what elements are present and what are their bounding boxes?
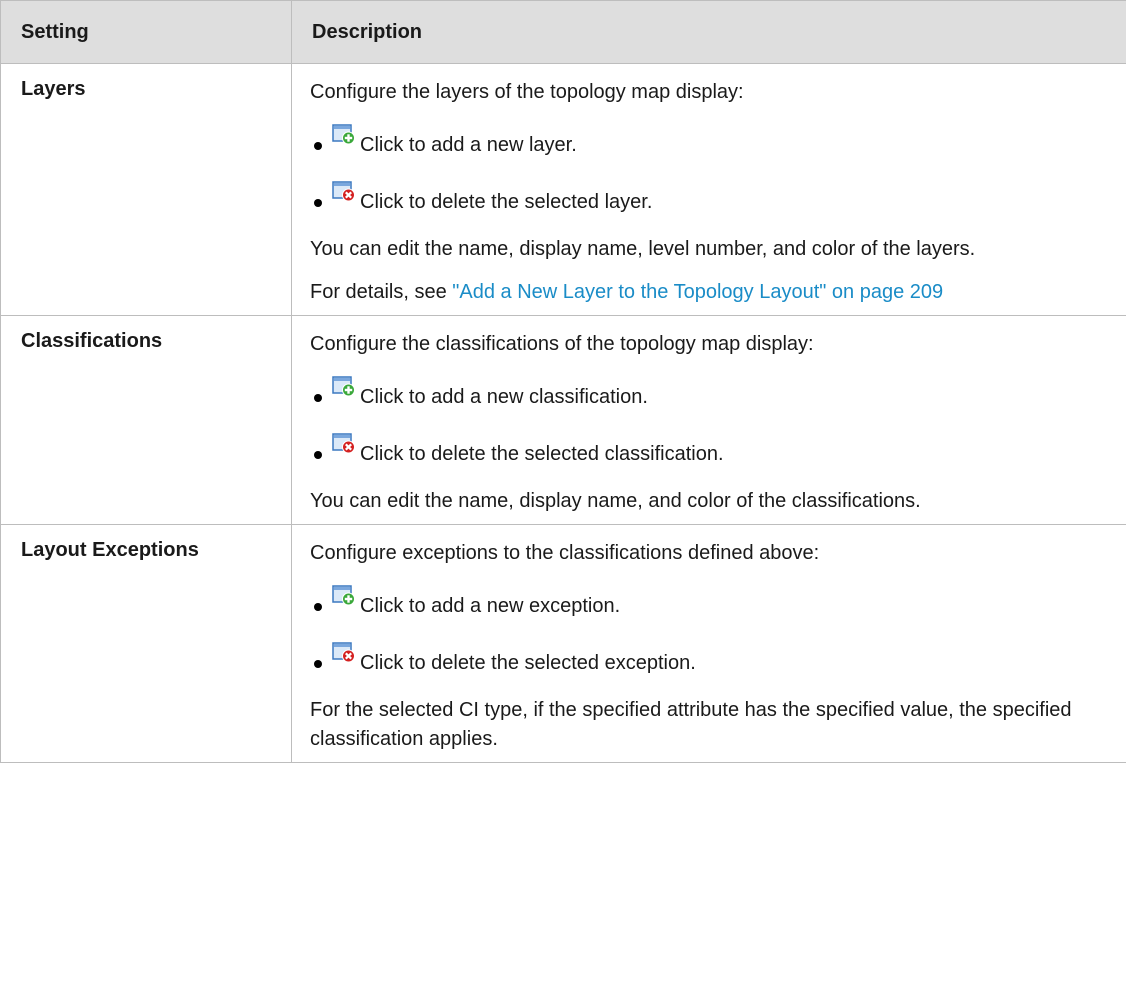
- table-header-row: Setting Description: [0, 0, 1126, 64]
- action-list: Click to add a new layer. Click to delet…: [310, 121, 1115, 218]
- list-item: Click to delete the selected layer.: [310, 178, 1115, 218]
- description-note: You can edit the name, display name, lev…: [310, 238, 976, 260]
- add-action-text: Click to add a new exception.: [360, 594, 621, 617]
- description-intro: Configure the layers of the topology map…: [310, 81, 744, 103]
- setting-description: Configure the classifications of the top…: [291, 315, 1126, 525]
- xref-prefix: For details, see: [310, 281, 453, 303]
- delete-icon: [332, 181, 355, 202]
- bullet-icon: [314, 451, 322, 459]
- description-xref: For details, see "Add a New Layer to the…: [310, 278, 1115, 307]
- setting-name: Classifications: [0, 315, 292, 525]
- delete-icon: [332, 433, 355, 454]
- action-list: Click to add a new classification. Click…: [310, 373, 1115, 470]
- table-row: Layout Exceptions Configure exceptions t…: [0, 524, 1126, 763]
- setting-description: Configure the layers of the topology map…: [291, 63, 1126, 316]
- column-header-setting: Setting: [0, 0, 292, 64]
- description-intro: Configure the classifications of the top…: [310, 333, 814, 355]
- bullet-icon: [314, 394, 322, 402]
- list-item: Click to add a new classification.: [310, 373, 1115, 413]
- table-row: Layers Configure the layers of the topol…: [0, 63, 1126, 316]
- xref-link[interactable]: "Add a New Layer to the Topology Layout"…: [452, 281, 943, 303]
- setting-description: Configure exceptions to the classificati…: [291, 524, 1126, 763]
- delete-icon: [332, 642, 355, 663]
- bullet-icon: [314, 199, 322, 207]
- settings-table: Setting Description Layers Configure the…: [0, 0, 1126, 763]
- add-icon: [332, 585, 355, 606]
- delete-action-text: Click to delete the selected exception.: [360, 651, 696, 674]
- description-note: You can edit the name, display name, and…: [310, 490, 921, 512]
- list-item: Click to delete the selected exception.: [310, 639, 1115, 679]
- bullet-icon: [314, 142, 322, 150]
- description-note: For the selected CI type, if the specifi…: [310, 699, 1072, 750]
- list-item: Click to delete the selected classificat…: [310, 430, 1115, 470]
- setting-name: Layers: [0, 63, 292, 316]
- table-row: Classifications Configure the classifica…: [0, 315, 1126, 525]
- setting-name: Layout Exceptions: [0, 524, 292, 763]
- delete-action-text: Click to delete the selected layer.: [360, 190, 653, 213]
- list-item: Click to add a new exception.: [310, 582, 1115, 622]
- add-icon: [332, 124, 355, 145]
- description-intro: Configure exceptions to the classificati…: [310, 542, 820, 564]
- add-action-text: Click to add a new classification.: [360, 385, 648, 408]
- list-item: Click to add a new layer.: [310, 121, 1115, 161]
- action-list: Click to add a new exception. Click to d…: [310, 582, 1115, 679]
- add-icon: [332, 376, 355, 397]
- column-header-description: Description: [291, 0, 1126, 64]
- delete-action-text: Click to delete the selected classificat…: [360, 442, 724, 465]
- bullet-icon: [314, 603, 322, 611]
- bullet-icon: [314, 660, 322, 668]
- add-action-text: Click to add a new layer.: [360, 133, 577, 156]
